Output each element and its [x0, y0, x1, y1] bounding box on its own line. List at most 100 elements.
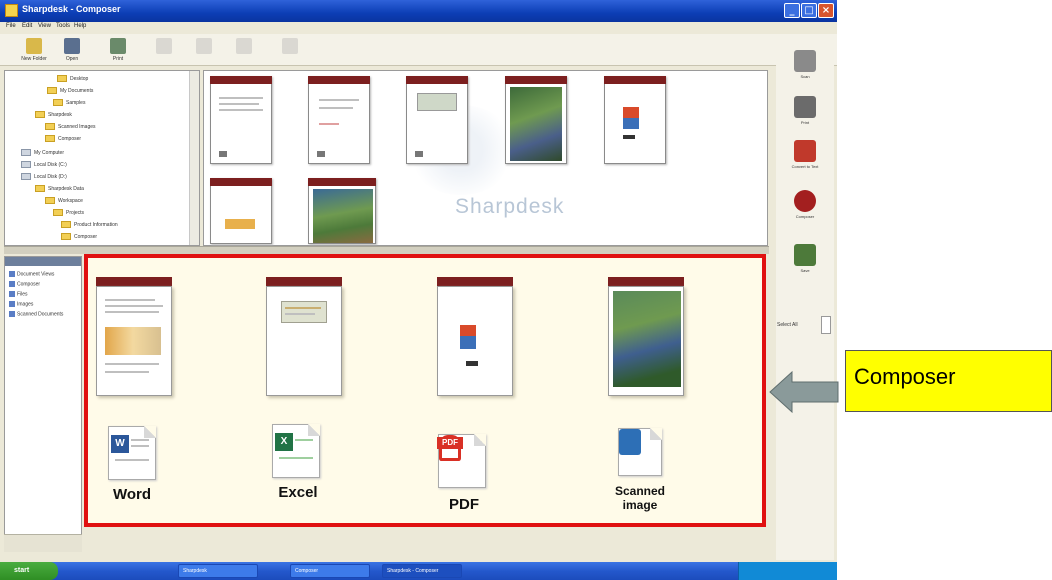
select-all-box[interactable]	[821, 316, 831, 334]
photo-graphic	[313, 189, 373, 243]
tree-item-label: Projects	[66, 209, 85, 216]
taskbar-item[interactable]: Sharpdesk	[178, 564, 258, 578]
thumbnail-photo[interactable]	[505, 76, 567, 164]
thumbnail-image[interactable]	[308, 178, 376, 244]
open-button[interactable]: Open	[58, 36, 86, 64]
tree-item-label: Composer	[58, 135, 82, 142]
splitter[interactable]	[4, 246, 769, 254]
thumbnail-pdf[interactable]	[604, 76, 666, 164]
text-line	[219, 97, 263, 99]
tree-item[interactable]: Sharpdesk Data	[35, 185, 84, 194]
taskbar-item-active[interactable]: Sharpdesk - Composer	[382, 564, 462, 578]
thumbnail-badge	[317, 151, 325, 157]
sidebar-item-label: Composer	[795, 214, 815, 219]
left-panel-item[interactable]: Images	[9, 301, 33, 307]
thumbnail-header	[604, 76, 666, 84]
item-icon	[9, 271, 15, 277]
photo-graphic	[510, 87, 562, 161]
maximize-button[interactable]: □	[801, 3, 817, 18]
tree-item[interactable]: Sharpdesk	[35, 111, 72, 120]
tree-item-label: Workspace	[58, 197, 83, 204]
folder-icon	[61, 233, 71, 240]
taskbar-item[interactable]: Composer	[290, 564, 370, 578]
tree-item[interactable]: Scanned Images	[45, 123, 96, 132]
tree-item[interactable]: Samples	[53, 99, 85, 108]
menu-tools[interactable]: Tools	[56, 23, 70, 29]
app-icon	[5, 4, 18, 17]
toolbar: New Folder Open Print	[0, 34, 837, 66]
sidebar-item-save[interactable]: Save	[788, 244, 822, 273]
tree-item[interactable]: Local Disk (C:)	[21, 161, 67, 170]
menu-file[interactable]: File	[6, 23, 16, 29]
new-folder-label: New Folder	[21, 56, 47, 62]
left-panel-item[interactable]: Files	[9, 291, 28, 297]
chart-graphic	[417, 93, 457, 111]
toolbar-button-disabled-2[interactable]	[190, 36, 218, 64]
menu-edit[interactable]: Edit	[22, 23, 32, 29]
tree-item[interactable]: Local Disk (D:)	[21, 173, 67, 182]
sidebar-item-print[interactable]: Print	[788, 96, 822, 125]
image-graphic	[225, 219, 255, 229]
minimize-button[interactable]: _	[784, 3, 800, 18]
printer-icon	[794, 96, 816, 118]
tree-item[interactable]: Composer	[61, 233, 97, 242]
toolbar-button-disabled-1[interactable]	[150, 36, 178, 64]
title-bar[interactable]: Sharpdesk - Composer _ □ ×	[0, 0, 837, 22]
tree-item-label: Scanned Images	[58, 123, 96, 130]
start-button[interactable]: start	[0, 562, 58, 580]
open-label: Open	[65, 56, 79, 62]
thumbnail-spreadsheet[interactable]	[308, 76, 370, 164]
tree-item-label: My Computer	[34, 149, 65, 156]
tree-item[interactable]: Product Information	[61, 221, 118, 230]
left-panel-item[interactable]: Composer	[9, 281, 40, 287]
folder-icon	[57, 75, 67, 82]
application-window: Sharpdesk - Composer _ □ × File Edit Vie…	[0, 0, 837, 580]
toolbar-button-disabled-3[interactable]	[230, 36, 258, 64]
print-icon	[110, 38, 126, 54]
callout-arrow-icon	[769, 370, 839, 414]
composer-icon	[794, 190, 816, 212]
folder-tree[interactable]: Desktop My Documents Samples Sharpdesk S…	[4, 70, 200, 246]
print-button[interactable]: Print	[104, 36, 132, 64]
left-panel-item-label: Document Views	[17, 271, 55, 278]
thumbnail-document[interactable]	[210, 76, 272, 164]
open-icon	[64, 38, 80, 54]
scanner-icon	[794, 50, 816, 72]
menu-help[interactable]: Help	[74, 23, 86, 29]
tree-scrollbar[interactable]	[189, 71, 199, 245]
left-panel-item-label: Files	[17, 291, 28, 298]
text-line	[623, 135, 635, 139]
select-all-control[interactable]: Select All	[777, 316, 835, 336]
thumbnail-badge	[219, 151, 227, 157]
tree-item[interactable]: Composer	[45, 135, 81, 144]
tree-item-label: Local Disk (C:)	[34, 161, 67, 168]
tree-item[interactable]: My Computer	[21, 149, 64, 158]
tree-item[interactable]: Workspace	[45, 197, 83, 206]
tree-item[interactable]: My Documents	[47, 87, 93, 96]
tree-item[interactable]: Projects	[53, 209, 84, 218]
folder-icon	[45, 135, 55, 142]
sidebar-item-scan[interactable]: Scan	[788, 50, 822, 79]
item-icon	[9, 311, 15, 317]
close-button[interactable]: ×	[818, 3, 834, 18]
tree-item-label: My Documents	[60, 87, 94, 94]
select-all-label: Select All	[777, 322, 798, 328]
folder-icon	[61, 221, 71, 228]
left-panel-item-label: Images	[17, 301, 34, 308]
toolbar-button-disabled-4[interactable]	[276, 36, 304, 64]
sidebar-item-composer[interactable]: Composer	[788, 190, 822, 219]
tree-item-label: Product Information	[74, 221, 118, 228]
left-panel-footer	[4, 534, 82, 552]
left-panel-item[interactable]: Document Views	[9, 271, 54, 277]
thumbnail-word[interactable]	[210, 178, 272, 244]
new-folder-button[interactable]: New Folder	[20, 36, 48, 64]
sidebar-item-convert[interactable]: Convert to Text	[788, 140, 822, 169]
tree-item-label: Composer	[74, 233, 98, 240]
folder-icon	[35, 185, 45, 192]
tree-item-label: Samples	[66, 99, 86, 106]
menu-view[interactable]: View	[38, 23, 51, 29]
drive-icon	[21, 173, 31, 180]
tree-item[interactable]: Desktop	[57, 75, 88, 84]
left-panel-item[interactable]: Scanned Documents	[9, 311, 63, 317]
thumbnail-report[interactable]	[406, 76, 468, 164]
